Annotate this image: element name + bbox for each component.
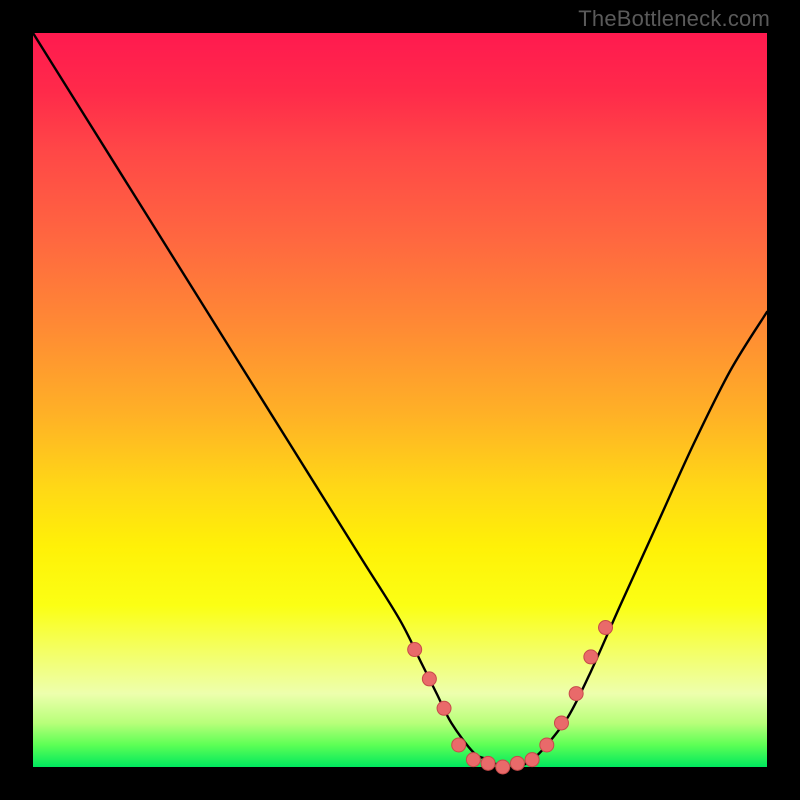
curve-marker xyxy=(496,760,510,774)
curve-marker xyxy=(481,756,495,770)
chart-svg xyxy=(33,33,767,767)
curve-marker xyxy=(510,756,524,770)
curve-marker xyxy=(584,650,598,664)
curve-marker xyxy=(408,643,422,657)
curve-marker xyxy=(599,621,613,635)
attribution-text: TheBottleneck.com xyxy=(578,6,770,32)
curve-marker xyxy=(437,701,451,715)
curve-marker xyxy=(452,738,466,752)
curve-marker xyxy=(422,672,436,686)
curve-marker xyxy=(466,753,480,767)
curve-marker xyxy=(540,738,554,752)
curve-marker xyxy=(554,716,568,730)
curve-marker xyxy=(525,753,539,767)
chart-frame: TheBottleneck.com xyxy=(0,0,800,800)
curve-marker xyxy=(569,687,583,701)
bottleneck-curve xyxy=(33,33,767,768)
